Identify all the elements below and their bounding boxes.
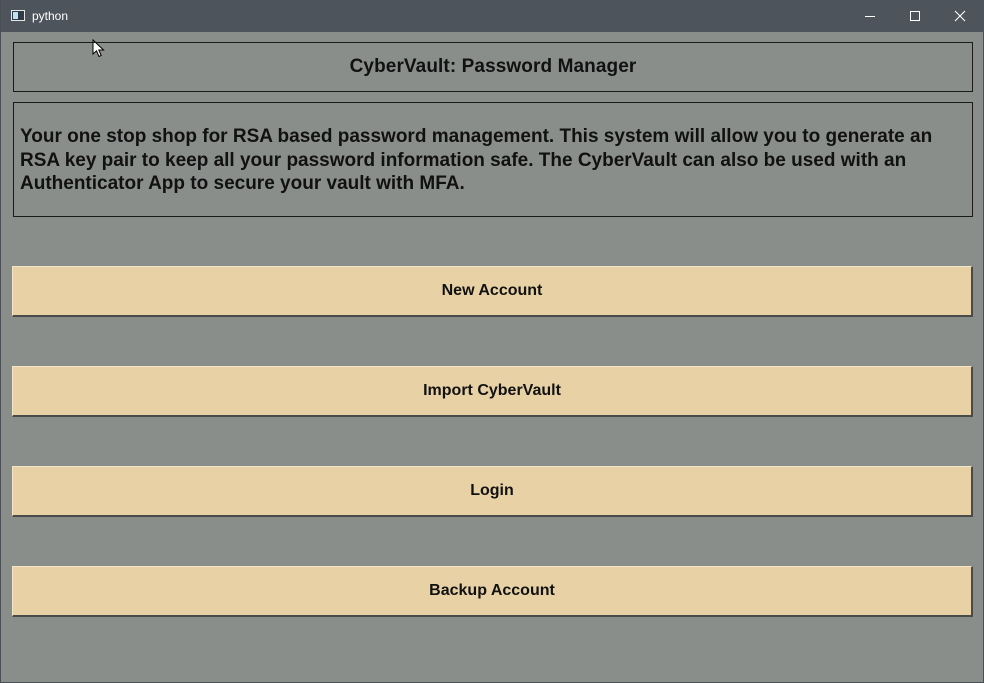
description-frame: Your one stop shop for RSA based passwor… (13, 102, 973, 217)
python-window-icon (11, 10, 25, 21)
window-title: python (32, 9, 69, 23)
maximize-icon (910, 11, 920, 21)
title-bar[interactable]: python (1, 0, 984, 32)
new-account-button[interactable]: New Account (12, 266, 973, 317)
header-frame: CyberVault: Password Manager (13, 42, 973, 92)
minimize-icon (865, 16, 875, 17)
maximize-button[interactable] (892, 0, 938, 32)
login-button[interactable]: Login (12, 466, 973, 517)
app-window: python CyberVault: Password Manager Your… (0, 0, 984, 683)
description-text: Your one stop shop for RSA based passwor… (20, 126, 933, 194)
page-title: CyberVault: Password Manager (349, 56, 637, 77)
minimize-button[interactable] (847, 0, 893, 32)
close-button[interactable] (937, 0, 983, 32)
close-icon (954, 10, 966, 22)
backup-account-button[interactable]: Backup Account (12, 566, 973, 617)
import-cybervault-button[interactable]: Import CyberVault (12, 366, 973, 417)
